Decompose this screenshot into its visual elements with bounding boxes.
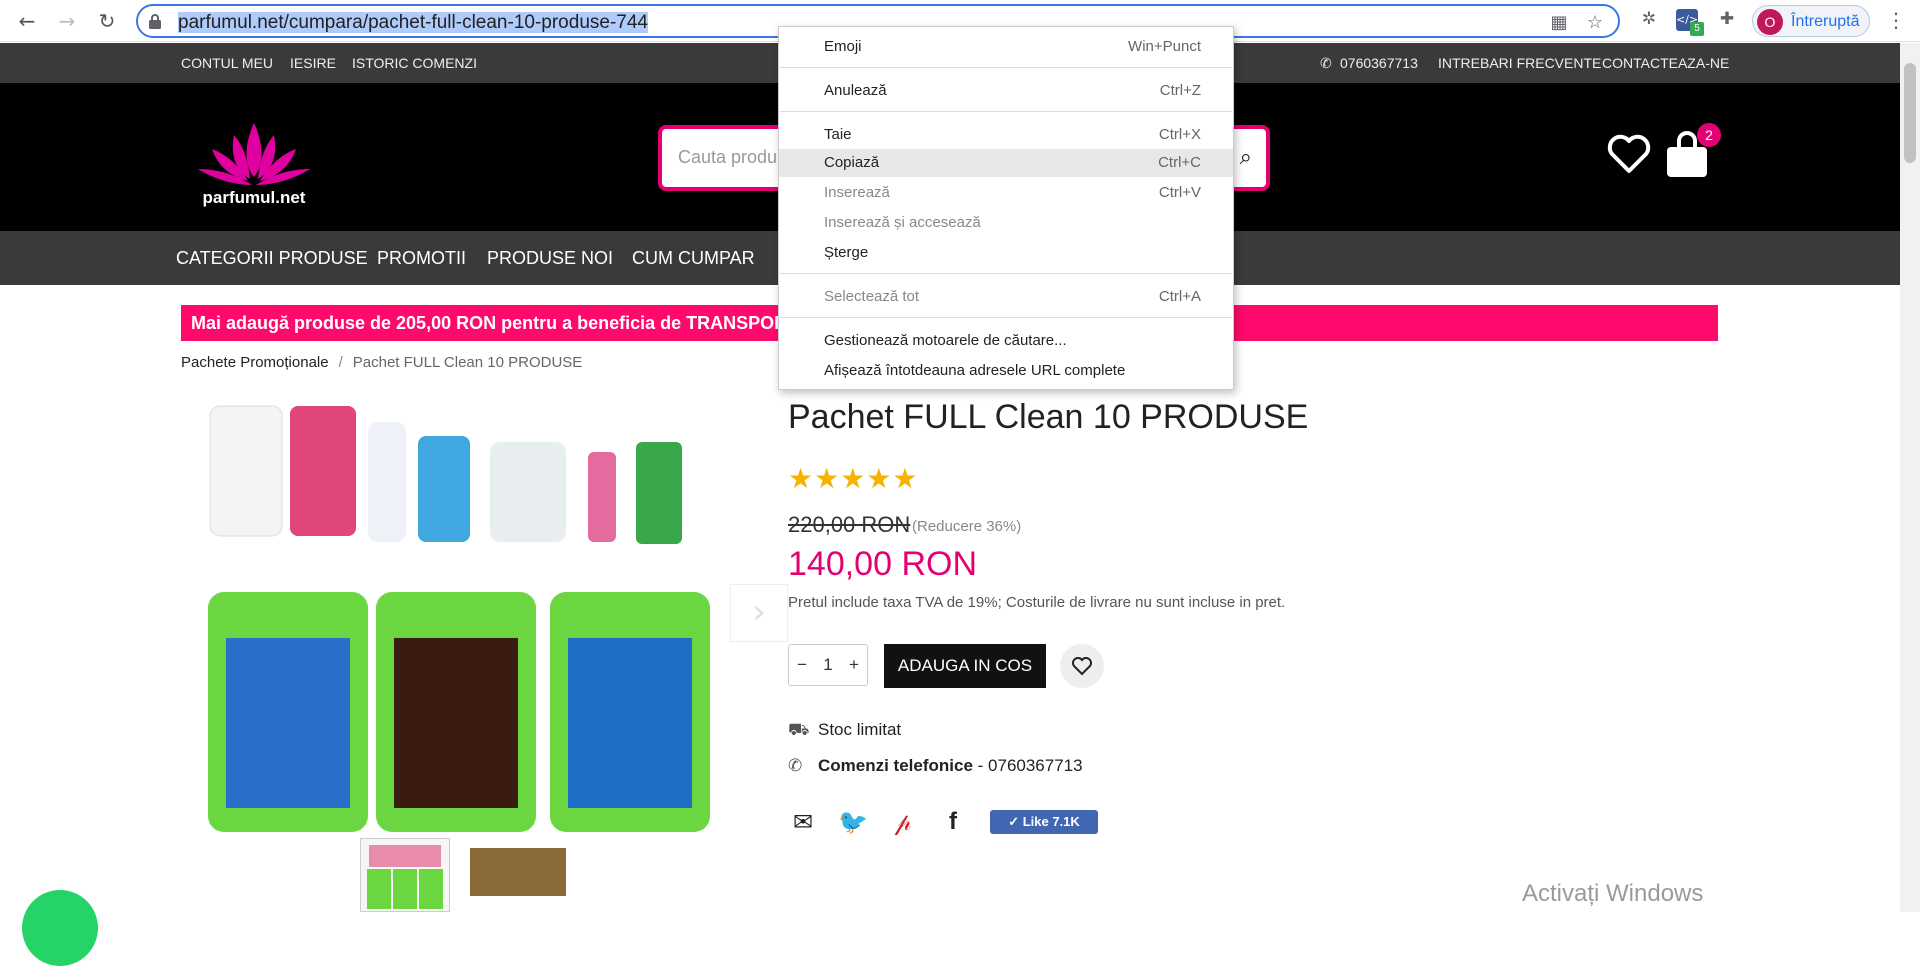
product-image[interactable] xyxy=(200,392,720,840)
menu-divider xyxy=(780,273,1232,274)
menu-item-paste-and-go[interactable]: Inserează și accesează xyxy=(779,209,1233,237)
site-logo[interactable]: parfumul.net xyxy=(184,115,324,209)
page-scrollbar[interactable] xyxy=(1900,43,1920,912)
thumbnail-1[interactable] xyxy=(360,838,450,912)
discount-label: (Reducere 36%) xyxy=(912,518,1022,535)
nav-promotions[interactable]: PROMOTII xyxy=(377,248,466,269)
breadcrumb-separator: / xyxy=(338,354,343,371)
heart-icon xyxy=(1072,657,1092,676)
forward-icon[interactable]: → xyxy=(52,6,82,36)
menu-divider xyxy=(780,317,1232,318)
email-share-icon[interactable]: ✉ xyxy=(788,808,818,838)
menu-item-cut[interactable]: Taie Ctrl+X xyxy=(779,121,1233,149)
more-menu-icon[interactable]: ⋮ xyxy=(1886,8,1906,32)
menu-divider xyxy=(780,67,1232,68)
link-logout[interactable]: IESIRE xyxy=(290,55,336,71)
extension-icon[interactable]: ✲ xyxy=(1638,9,1660,31)
nav-new-products[interactable]: PRODUSE NOI xyxy=(487,248,613,269)
menu-item-copy[interactable]: Copiază Ctrl+C xyxy=(779,149,1233,177)
link-faq[interactable]: INTREBARI FRECVENTE xyxy=(1438,55,1601,71)
menu-item-select-all[interactable]: Selectează tot Ctrl+A xyxy=(779,283,1233,311)
menu-item-show-full-urls[interactable]: Afișează întotdeauna adresele URL comple… xyxy=(779,357,1233,385)
rating-stars: ★★★★★ xyxy=(788,462,919,495)
lock-icon xyxy=(149,14,161,29)
menu-item-manage-search-engines[interactable]: Gestionează motoarele de căutare... xyxy=(779,327,1233,355)
search-icon[interactable]: ⌕ xyxy=(1240,145,1252,170)
facebook-like-label: Like 7.1K xyxy=(1022,814,1080,829)
scrollbar-thumb[interactable] xyxy=(1904,63,1916,163)
stock-status: Stoc limitat xyxy=(818,720,902,739)
extension-badge: 5 xyxy=(1690,22,1704,36)
phone-order-number: - 0760367713 xyxy=(972,756,1083,775)
svg-text:parfumul.net: parfumul.net xyxy=(203,188,306,207)
context-menu: Emoji Win+Punct Anulează Ctrl+Z Taie Ctrl+X… xyxy=(778,26,1234,390)
quantity-value[interactable]: 1 xyxy=(823,655,832,675)
nav-how-to-buy[interactable]: CUM CUMPAR xyxy=(632,248,755,269)
pinterest-share-icon[interactable]: 𝓅 xyxy=(888,808,918,838)
vat-note: Pretul include taxa TVA de 19%; Costuril… xyxy=(788,594,1286,611)
qr-code-icon[interactable]: ▦ xyxy=(1548,12,1570,34)
menu-item-emoji[interactable]: Emoji Win+Punct xyxy=(779,33,1233,61)
whatsapp-chat-icon[interactable] xyxy=(22,890,98,966)
facebook-share-icon[interactable]: f xyxy=(938,808,968,838)
link-account[interactable]: CONTUL MEU xyxy=(181,55,273,71)
menu-divider xyxy=(780,111,1232,112)
avatar: O xyxy=(1757,9,1783,35)
breadcrumb-parent[interactable]: Pachete Promoționale xyxy=(181,354,329,371)
breadcrumb: Pachete Promoționale / Pachet FULL Clean 1… xyxy=(181,354,582,371)
cart-count-badge: 2 xyxy=(1697,123,1721,147)
phone-icon: ✆ xyxy=(1320,55,1332,71)
twitter-share-icon[interactable]: 🐦 xyxy=(838,808,868,838)
back-icon[interactable]: ← xyxy=(12,6,42,36)
stock-row: ⛟ Stoc limitat xyxy=(788,720,901,742)
link-phone[interactable]: 0760367713 xyxy=(1340,55,1418,71)
plus-icon[interactable]: + xyxy=(849,655,859,675)
thumbnail-2[interactable] xyxy=(470,848,566,896)
breadcrumb-current: Pachet FULL Clean 10 PRODUSE xyxy=(352,354,583,371)
facebook-like-button[interactable]: ✓ Like 7.1K xyxy=(990,810,1098,834)
bookmark-star-icon[interactable]: ☆ xyxy=(1584,12,1606,34)
phone-order-row: ✆ Comenzi telefonice - 0760367713 xyxy=(788,756,1083,776)
link-order-history[interactable]: ISTORIC COMENZI xyxy=(352,55,477,71)
add-to-cart-button[interactable]: ADAUGA IN COS xyxy=(884,644,1046,688)
phone-order-label: Comenzi telefonice xyxy=(818,756,973,775)
truck-icon: ⛟ xyxy=(788,720,810,740)
phone-icon: ✆ xyxy=(788,756,803,776)
old-price: 220,00 RON xyxy=(788,512,911,537)
reload-icon[interactable]: ↻ xyxy=(92,6,122,36)
quantity-stepper[interactable]: − 1 + xyxy=(788,644,868,686)
profile-status-label: Întreruptă xyxy=(1791,13,1860,30)
profile-button[interactable]: O Întreruptă xyxy=(1752,5,1870,37)
windows-activation-watermark: Activați Windows xyxy=(1522,880,1704,907)
search-input[interactable]: Cauta produs xyxy=(678,147,786,168)
product-title: Pachet FULL Clean 10 PRODUSE xyxy=(788,398,1309,436)
menu-item-undo[interactable]: Anulează Ctrl+Z xyxy=(779,77,1233,105)
gallery-next-arrow-icon[interactable]: › xyxy=(730,584,788,642)
minus-icon[interactable]: − xyxy=(797,655,807,675)
current-price: 140,00 RON xyxy=(788,545,977,583)
nav-categories[interactable]: CATEGORII PRODUSE xyxy=(176,248,368,269)
link-contact[interactable]: CONTACTEAZA-NE xyxy=(1602,55,1729,71)
url-text[interactable]: parfumul.net/cumpara/pachet-full-clean-1… xyxy=(178,12,648,34)
wishlist-heart-icon[interactable] xyxy=(1606,133,1652,175)
menu-item-delete[interactable]: Șterge xyxy=(779,239,1233,267)
add-to-wishlist-button[interactable] xyxy=(1060,644,1104,688)
puzzle-icon[interactable]: ✚ xyxy=(1716,9,1738,31)
menu-item-paste[interactable]: Inserează Ctrl+V xyxy=(779,179,1233,207)
